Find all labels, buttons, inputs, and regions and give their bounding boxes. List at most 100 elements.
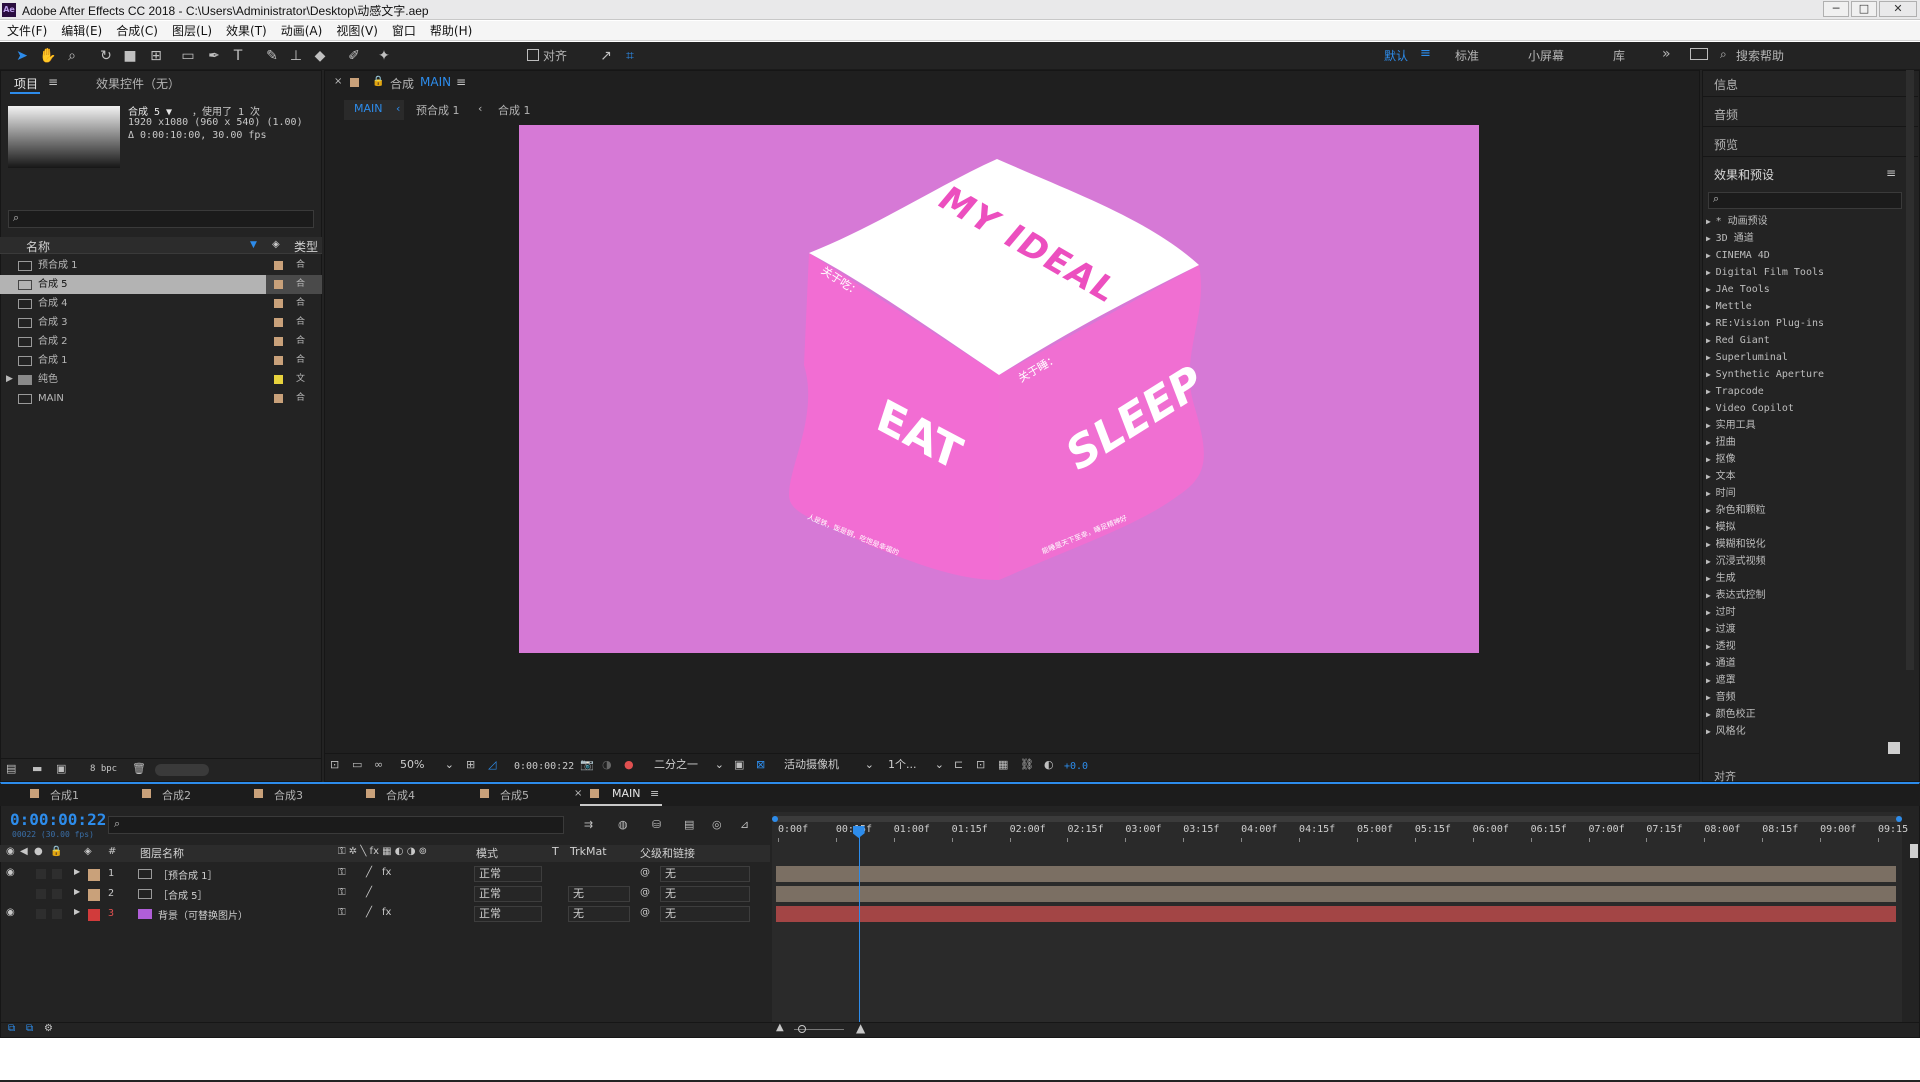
workspace-standard[interactable]: 标准 — [1455, 47, 1479, 64]
effects-category[interactable]: ▶ 3D 通道 — [1706, 230, 1896, 247]
fx-switch-icon[interactable]: fx — [382, 907, 391, 918]
label-swatch[interactable] — [274, 318, 283, 327]
list-item[interactable]: 合成 3 合 — [0, 313, 322, 332]
layer-row[interactable]: ▶ 2 ［合成 5］ ⚿ ╱ 正常 无 @ 无 — [0, 884, 770, 904]
toggle-view-icon[interactable]: ⊏ — [954, 758, 963, 771]
flowchart-icon[interactable]: ⛓ — [1020, 758, 1034, 771]
snap-icon[interactable]: ↗ — [596, 46, 616, 66]
workspace-switch-icon[interactable] — [1690, 48, 1708, 60]
effects-category[interactable]: ▶ 沉浸式视频 — [1706, 553, 1896, 570]
effects-category[interactable]: ▶ Red Giant — [1706, 332, 1896, 349]
pick-whip-icon[interactable]: @ — [640, 867, 650, 878]
timeline-icon[interactable]: ▦ — [998, 758, 1008, 771]
layer-label-swatch[interactable] — [88, 909, 100, 921]
maximize-button[interactable]: □ — [1851, 1, 1877, 17]
workspace-default[interactable]: 默认 — [1384, 47, 1408, 64]
label-swatch[interactable] — [274, 356, 283, 365]
effects-category[interactable]: ▶ 抠像 — [1706, 451, 1896, 468]
workspace-menu-icon[interactable]: ≡ — [1420, 46, 1431, 61]
effects-category[interactable]: ▶ 文本 — [1706, 468, 1896, 485]
list-item[interactable]: MAIN 合 — [0, 389, 322, 408]
transfer-controls-toggle-icon[interactable]: ⧉ — [26, 1023, 33, 1034]
col-track-matte[interactable]: TrkMat — [570, 845, 607, 858]
list-item[interactable]: 合成 4 合 — [0, 294, 322, 313]
col-mode[interactable]: 模式 — [476, 845, 498, 861]
new-folder-icon[interactable]: ▬ — [32, 762, 42, 775]
label-swatch[interactable] — [274, 280, 283, 289]
timeline-tab-main[interactable]: MAIN — [612, 787, 641, 800]
lock-toggle[interactable] — [52, 889, 62, 899]
menu-layer[interactable]: 图层(L) — [165, 21, 219, 39]
effects-category[interactable]: ▶ 遮罩 — [1706, 672, 1896, 689]
views-dropdown[interactable]: 1个... ⌄ — [884, 758, 948, 774]
render-time-toggle-icon[interactable]: ⚙ — [44, 1023, 53, 1034]
workspace-more[interactable]: » — [1662, 46, 1671, 62]
effects-category[interactable]: ▶ 通道 — [1706, 655, 1896, 672]
menu-composition[interactable]: 合成(C) — [109, 21, 165, 39]
effects-category[interactable]: ▶ 过时 — [1706, 604, 1896, 621]
effects-category[interactable]: ▶ 扭曲 — [1706, 434, 1896, 451]
rotate-tool-icon[interactable]: ↻ — [96, 46, 116, 66]
exposure-value[interactable]: +0.0 — [1064, 761, 1088, 772]
parent-dropdown[interactable]: 无 — [660, 906, 750, 922]
lock-icon[interactable]: 🔒 — [372, 76, 384, 87]
type-tool-icon[interactable]: T — [228, 46, 248, 66]
menu-window[interactable]: 窗口 — [385, 21, 423, 39]
solo-toggle[interactable] — [36, 909, 46, 919]
effects-category[interactable]: ▶ RE:Vision Plug-ins — [1706, 315, 1896, 332]
layer-duration-bar[interactable] — [776, 906, 1896, 922]
close-button[interactable]: ✕ — [1879, 1, 1917, 17]
track-matte-dropdown[interactable]: 无 — [568, 906, 630, 922]
lock-toggle[interactable] — [52, 869, 62, 879]
camera-tool-icon[interactable]: ■ — [120, 46, 140, 66]
layer-label-swatch[interactable] — [88, 889, 100, 901]
work-area-bar[interactable] — [772, 816, 1902, 822]
eye-icon[interactable]: ◉ — [6, 867, 15, 878]
new-composition-icon[interactable]: ▣ — [56, 762, 66, 775]
zoom-tool-icon[interactable]: ⌕ — [62, 46, 82, 66]
effects-scrollbar[interactable] — [1906, 70, 1914, 670]
align-checkbox[interactable] — [527, 49, 539, 61]
label-swatch[interactable] — [274, 299, 283, 308]
layer-name[interactable]: 背景（可替换图片） — [158, 907, 248, 922]
thumbnail-slider[interactable] — [155, 764, 209, 776]
quality-switch-icon[interactable]: ╱ — [366, 867, 372, 878]
effects-category[interactable]: ▶ Digital Film Tools — [1706, 264, 1896, 281]
time-ruler[interactable]: 0:00f00:15f01:00f01:15f02:00f02:15f03:00… — [772, 824, 1908, 842]
label-swatch[interactable] — [274, 375, 283, 384]
menu-edit[interactable]: 编辑(E) — [54, 21, 109, 39]
panel-menu-icon[interactable]: ≡ — [48, 75, 58, 89]
project-search-input[interactable] — [8, 210, 314, 228]
effects-category[interactable]: ▶ Superluminal — [1706, 349, 1896, 366]
comp-tab-name[interactable]: MAIN — [420, 75, 451, 89]
solo-toggle[interactable] — [36, 869, 46, 879]
comp-marker-bin[interactable] — [1910, 844, 1918, 858]
effects-category[interactable]: ▶ CINEMA 4D — [1706, 247, 1896, 264]
monitor-icon[interactable]: ▭ — [352, 758, 362, 771]
puppet-tool-icon[interactable]: ✦ — [374, 46, 394, 66]
vr-glasses-icon[interactable]: ∞ — [374, 758, 383, 771]
expand-arrow-icon[interactable]: ▶ — [6, 370, 13, 389]
motion-blur-icon[interactable]: ◎ — [712, 818, 722, 831]
list-item[interactable]: 合成 2 合 — [0, 332, 322, 351]
collapse-switch-icon[interactable]: ⚿ — [338, 867, 346, 878]
quality-switch-icon[interactable]: ╱ — [366, 887, 372, 898]
timeline-tab-comp5[interactable]: 合成5 — [500, 787, 529, 803]
hand-tool-icon[interactable]: ✋ — [38, 46, 58, 66]
effects-category[interactable]: ▶ Video Copilot — [1706, 400, 1896, 417]
collapse-switch-icon[interactable]: ⚿ — [338, 907, 346, 918]
eye-icon[interactable]: ◉ — [6, 907, 15, 918]
sort-arrow-icon[interactable]: ▼ — [250, 240, 257, 250]
col-type[interactable]: 类型 — [294, 238, 318, 255]
effects-presets-header[interactable]: 效果和预设 — [1714, 166, 1774, 183]
reset-exposure-icon[interactable]: ⊡ — [976, 758, 985, 771]
effects-category[interactable]: ▶ 实用工具 — [1706, 417, 1896, 434]
playhead[interactable] — [858, 826, 860, 1022]
effects-category[interactable]: ▶ 音频 — [1706, 689, 1896, 706]
region-of-interest-icon[interactable]: ◿ — [488, 758, 496, 771]
roto-brush-tool-icon[interactable]: ✐ — [344, 46, 364, 66]
clone-stamp-tool-icon[interactable]: ⊥ — [286, 46, 306, 66]
bit-depth[interactable]: 8 bpc — [90, 764, 117, 774]
parent-dropdown[interactable]: 无 — [660, 866, 750, 882]
effects-category[interactable]: ▶ 生成 — [1706, 570, 1896, 587]
